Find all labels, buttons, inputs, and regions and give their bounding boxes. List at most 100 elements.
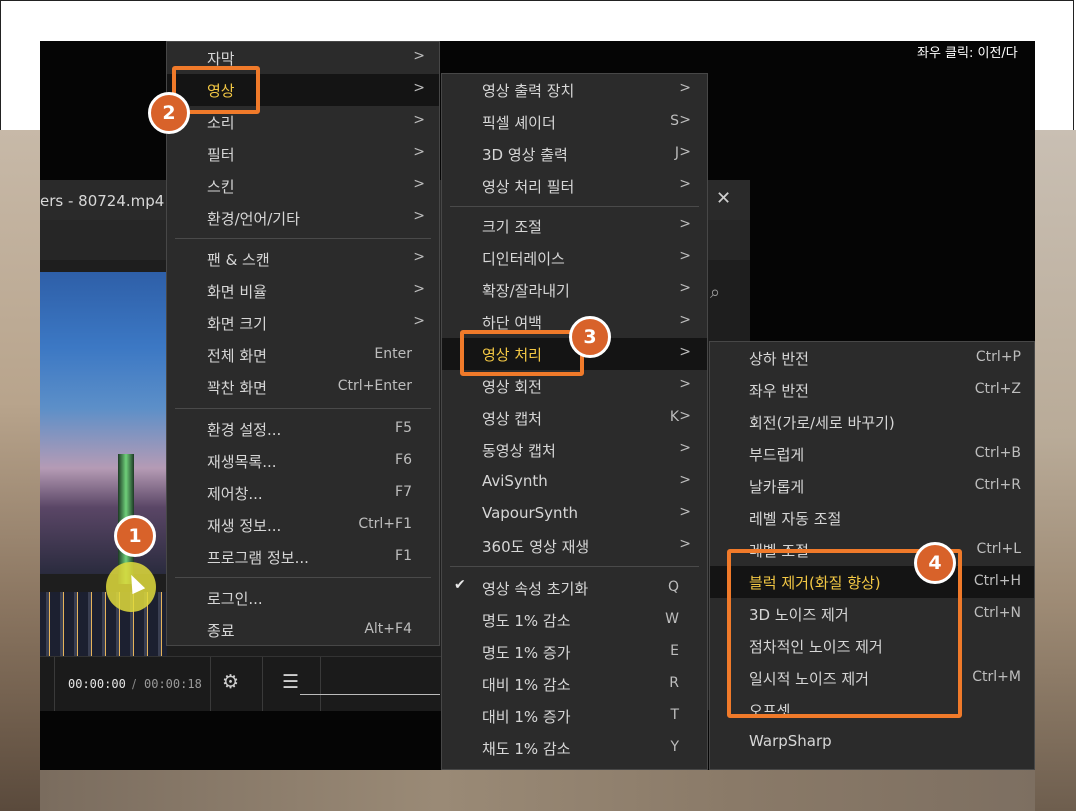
process-menu-item[interactable]: 레벨 자동 조절 — [710, 502, 1034, 534]
video-menu-item[interactable]: 대비 1% 감소 R — [442, 668, 707, 700]
player-controls: 00:00:00 / 00:00:18 ⚙ ☰ — [40, 656, 480, 711]
video-menu-item[interactable]: VapourSynth > — [442, 498, 707, 530]
main-menu-item[interactable]: 스킨 > — [167, 170, 439, 202]
video-menu-item-label: 디인터레이스 — [482, 250, 565, 268]
video-menu-item-label: 크기 조절 — [482, 218, 542, 236]
main-menu-item[interactable]: 팬 & 스캔 > — [167, 243, 439, 275]
step-badge-3: 3 — [569, 316, 611, 358]
video-menu-item[interactable]: ✔ 영상 속성 초기화 Q — [442, 572, 707, 604]
video-menu-item[interactable]: AviSynth > — [442, 466, 707, 498]
shortcut-text: Y — [670, 739, 679, 755]
background-photo-right — [1035, 130, 1076, 811]
main-menu-item-label: 환경 설정... — [207, 421, 282, 439]
main-menu-item-label: 재생 정보... — [207, 517, 282, 535]
check-icon: ✔ — [454, 577, 466, 593]
video-menu-item[interactable]: 명도 1% 증가 E — [442, 636, 707, 668]
main-menu-item[interactable]: 환경/언어/기타 > — [167, 202, 439, 234]
main-menu-item[interactable]: 프로그램 정보... F1 — [167, 541, 439, 573]
main-menu-item-label: 꽉찬 화면 — [207, 379, 267, 397]
total-time: 00:00:18 — [144, 677, 202, 691]
main-menu-item[interactable]: 종료 Alt+F4 — [167, 614, 439, 646]
process-menu-item[interactable]: 좌우 반전 Ctrl+Z — [710, 374, 1034, 406]
shortcut-text: F7 — [395, 484, 412, 500]
menu-separator — [175, 577, 431, 578]
process-menu-item-label: 부드럽게 — [749, 446, 805, 464]
step-badge-2: 2 — [148, 92, 190, 134]
process-menu-item[interactable]: 날카롭게 Ctrl+R — [710, 470, 1034, 502]
main-menu-item-label: 화면 비율 — [207, 283, 267, 301]
main-menu-item[interactable]: 전체 화면 Enter — [167, 339, 439, 371]
video-menu-item[interactable]: 픽셀 셰이더 S > — [442, 106, 707, 138]
chevron-right-icon: > — [413, 249, 425, 265]
main-menu-item[interactable]: 화면 비율 > — [167, 275, 439, 307]
process-menu-item[interactable]: 회전(가로/세로 바꾸기) — [710, 406, 1034, 438]
video-menu-item[interactable]: 디인터레이스 > — [442, 242, 707, 274]
video-menu-item-label: 360도 영상 재생 — [482, 538, 590, 556]
video-menu-item[interactable]: 영상 캡처 K > — [442, 402, 707, 434]
main-menu-item-label: 스킨 — [207, 178, 235, 196]
video-menu-item[interactable]: 360도 영상 재생 > — [442, 530, 707, 562]
video-menu-item[interactable]: 크기 조절 > — [442, 210, 707, 242]
main-menu-item[interactable]: 재생 정보... Ctrl+F1 — [167, 509, 439, 541]
main-menu-item[interactable]: 제어창... F7 — [167, 477, 439, 509]
step-badge-1: 1 — [114, 515, 156, 557]
menu-separator — [175, 408, 431, 409]
video-menu-item[interactable]: 영상 출력 장치 > — [442, 74, 707, 106]
video-menu-item-label: 영상 속성 초기화 — [482, 580, 589, 598]
chevron-right-icon: > — [679, 376, 691, 392]
video-menu-item-label: AviSynth — [482, 472, 548, 490]
shortcut-text: Q — [667, 579, 679, 595]
video-menu-item[interactable]: 동영상 캡처 > — [442, 434, 707, 466]
video-submenu: 영상 출력 장치 > 픽셀 셰이더 S >3D 영상 출력 J > 영상 처리 필터 > 크기 조… — [441, 73, 708, 770]
shortcut-text: E — [670, 643, 679, 659]
process-menu-item[interactable]: WarpSharp — [710, 726, 1034, 758]
main-menu-item[interactable]: 꽉찬 화면 Ctrl+Enter — [167, 371, 439, 403]
video-menu-item-label: 동영상 캡처 — [482, 442, 556, 460]
process-menu-item-label: WarpSharp — [749, 732, 832, 750]
chevron-right-icon: > — [413, 144, 425, 160]
video-menu-item[interactable]: 3D 영상 출력 J > — [442, 138, 707, 170]
main-menu-item[interactable]: 화면 크기 > — [167, 307, 439, 339]
shortcut-text: Ctrl+L — [976, 541, 1021, 557]
shortcut-text: T — [670, 707, 679, 723]
search-icon[interactable]: ⌕ — [710, 282, 720, 303]
main-menu-item[interactable]: 재생목록... F6 — [167, 445, 439, 477]
chevron-right-icon: > — [413, 208, 425, 224]
chevron-right-icon: > — [679, 312, 691, 328]
video-menu-item-label: 영상 출력 장치 — [482, 82, 575, 100]
background-photo-left — [0, 130, 40, 811]
click-hint-text: 좌우 클릭: 이전/다 — [917, 46, 1018, 61]
chevron-right-icon: > — [679, 536, 691, 552]
video-menu-item[interactable]: 명도 1% 감소 W — [442, 604, 707, 636]
process-menu-item-label: 날카롭게 — [749, 478, 805, 496]
main-menu-item[interactable]: 필터 > — [167, 138, 439, 170]
video-menu-item[interactable]: 채도 1% 감소 Y — [442, 732, 707, 764]
menu-icon[interactable]: ☰ — [282, 671, 299, 693]
main-menu-item-label: 제어창... — [207, 485, 263, 503]
shortcut-text: Ctrl+Enter — [337, 378, 412, 394]
shortcut-text: Enter — [374, 346, 412, 362]
close-icon[interactable]: ✕ — [716, 188, 731, 209]
chevron-right-icon: > — [679, 472, 691, 488]
process-menu-item-label: 회전(가로/세로 바꾸기) — [749, 414, 895, 432]
divider — [210, 657, 211, 711]
shortcut-text: F5 — [395, 420, 412, 436]
video-menu-item[interactable]: 영상 처리 필터 > — [442, 170, 707, 202]
shortcut-text: R — [669, 675, 679, 691]
main-menu-item[interactable]: 환경 설정... F5 — [167, 413, 439, 445]
video-menu-item-label: 명도 1% 감소 — [482, 612, 571, 630]
volume-slider[interactable] — [300, 694, 440, 695]
chevron-right-icon: > — [413, 48, 425, 64]
process-menu-item[interactable]: 상하 반전 Ctrl+P — [710, 342, 1034, 374]
chevron-right-icon: > — [413, 281, 425, 297]
video-menu-item-label: 대비 1% 증가 — [482, 708, 571, 726]
video-menu-item[interactable]: 대비 1% 증가 T — [442, 700, 707, 732]
main-menu-item[interactable]: 로그인... — [167, 582, 439, 614]
chevron-right-icon: > — [679, 80, 691, 96]
video-menu-item-label: 영상 회전 — [482, 378, 542, 396]
gear-icon[interactable]: ⚙ — [222, 671, 239, 693]
process-menu-item[interactable]: 부드럽게 Ctrl+B — [710, 438, 1034, 470]
video-menu-item[interactable]: 확장/잘라내기 > — [442, 274, 707, 306]
menu-separator — [175, 238, 431, 239]
main-menu-item-label: 재생목록... — [207, 453, 277, 471]
